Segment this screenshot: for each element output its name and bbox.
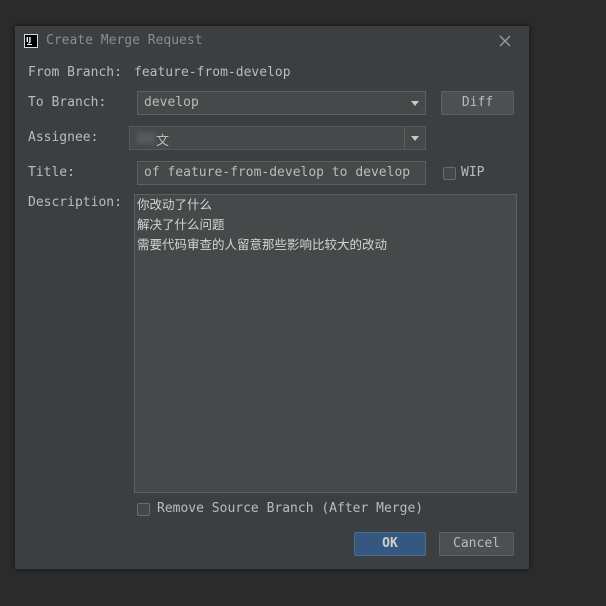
- from-branch-value: feature-from-develop: [134, 65, 291, 80]
- title-input-value: of feature-from-develop to develop: [144, 165, 411, 180]
- chevron-down-icon[interactable]: [411, 101, 419, 106]
- to-branch-select[interactable]: develop: [137, 91, 426, 115]
- wip-label: WIP: [461, 165, 485, 180]
- from-branch-label: From Branch:: [28, 65, 122, 80]
- cancel-button[interactable]: Cancel: [439, 532, 514, 556]
- to-branch-selected-value: develop: [144, 95, 199, 110]
- wip-checkbox[interactable]: [443, 167, 456, 180]
- redacted-name-blur: [137, 132, 155, 144]
- title-bar[interactable]: IJ Create Merge Request: [15, 26, 529, 56]
- title-label: Title:: [28, 165, 75, 180]
- close-icon[interactable]: [497, 33, 513, 49]
- diff-button[interactable]: Diff: [441, 91, 514, 115]
- create-merge-request-dialog: IJ Create Merge Request From Branch: fea…: [15, 26, 529, 569]
- combo-divider: [404, 127, 405, 149]
- assignee-label: Assignee:: [28, 130, 99, 145]
- title-input[interactable]: of feature-from-develop to develop: [137, 161, 426, 185]
- description-line: 解决了什么问题: [137, 217, 225, 232]
- to-branch-label: To Branch:: [28, 95, 107, 110]
- description-textarea[interactable]: 你改动了什么 解决了什么问题 需要代码审查的人留意那些影响比较大的改动: [134, 194, 517, 493]
- description-line: 你改动了什么: [137, 197, 213, 212]
- remove-source-branch-label: Remove Source Branch (After Merge): [157, 501, 424, 516]
- dialog-title: Create Merge Request: [46, 33, 203, 48]
- ok-button[interactable]: OK: [354, 532, 426, 556]
- assignee-selected-value: 文: [156, 134, 170, 149]
- description-line: 需要代码审查的人留意那些影响比较大的改动: [137, 237, 388, 252]
- description-label: Description:: [28, 195, 122, 210]
- assignee-select[interactable]: 文: [129, 126, 426, 150]
- intellij-app-icon: IJ: [24, 34, 38, 48]
- remove-source-branch-checkbox[interactable]: [137, 503, 150, 516]
- chevron-down-icon[interactable]: [411, 136, 419, 141]
